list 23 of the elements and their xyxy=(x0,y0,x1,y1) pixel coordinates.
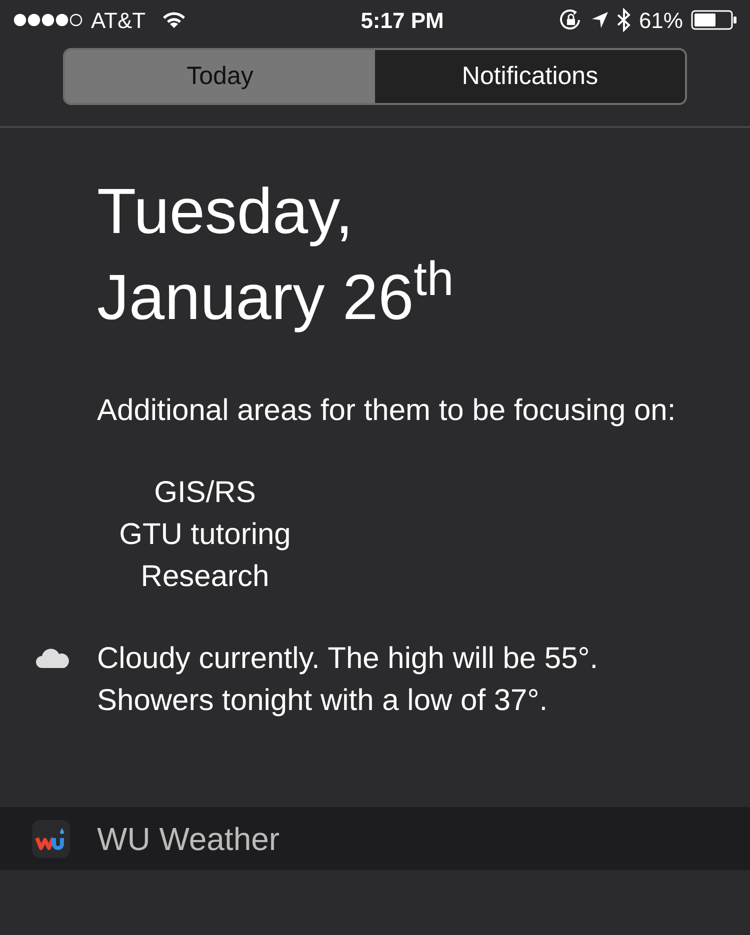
cloud-icon xyxy=(36,648,70,668)
date-heading: Tuesday, xyxy=(97,174,354,249)
widget-title: WU Weather xyxy=(97,820,280,858)
clock-time: 5:17 PM xyxy=(360,6,444,34)
battery-percentage: 61% xyxy=(638,6,683,34)
battery-icon xyxy=(690,10,737,30)
note-line: Research xyxy=(140,559,270,595)
carrier-name: AT&T xyxy=(91,6,146,34)
segment-tab[interactable]: Notifications xyxy=(375,50,685,103)
bluetooth-icon xyxy=(616,8,631,32)
wifi-icon xyxy=(162,11,186,29)
note-line: GTU tutoring xyxy=(119,517,291,553)
app-logo-icon xyxy=(32,820,70,858)
location-arrow-icon xyxy=(590,11,609,29)
widget-header[interactable]: WU Weather xyxy=(0,807,750,870)
segment-tab[interactable]: Today xyxy=(65,50,375,103)
date-heading: January 26$^{th}$ xyxy=(97,254,455,335)
signal-icon xyxy=(13,13,83,27)
weather-summary: Showers tonight with a low of 37°. xyxy=(97,683,549,719)
rotation-lock-icon xyxy=(558,9,583,31)
note-text: Additional areas for them to be focusing on: xyxy=(96,393,677,429)
note-line: GIS/RS xyxy=(154,475,256,511)
weather-summary: Cloudy currently. The high will be 55°. xyxy=(97,641,598,677)
